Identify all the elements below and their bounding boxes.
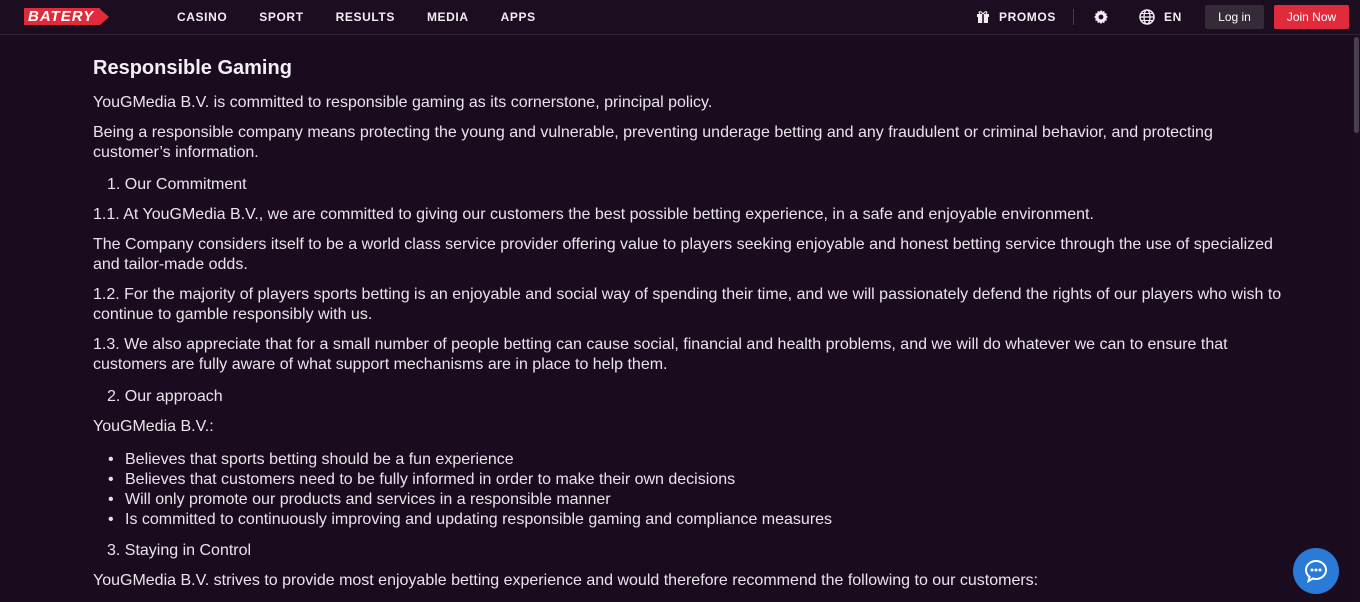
paragraph-3: YouGMedia B.V. strives to provide most e… [93,572,1039,589]
language-label: EN [1164,10,1182,24]
list-item: Will only promote our products and servi… [108,490,832,510]
paragraph-1-1: 1.1. At YouGMedia B.V., we are committed… [93,206,1094,223]
nav-apps[interactable]: APPS [501,10,536,24]
promos-link[interactable]: PROMOS [976,0,1056,34]
gift-icon [976,10,990,24]
join-now-button[interactable]: Join Now [1274,5,1349,29]
intro-paragraph-2: Being a responsible company means protec… [93,124,1213,161]
nav-casino[interactable]: CASINO [177,10,227,24]
approach-list: Believes that sports betting should be a… [93,450,832,530]
approach-lead: YouGMedia B.V.: [93,418,214,435]
nav-sport[interactable]: SPORT [259,10,303,24]
chat-button[interactable] [1293,548,1339,594]
nav-media[interactable]: MEDIA [427,10,469,24]
header-divider [1073,9,1074,25]
list-item: Believes that customers need to be fully… [108,470,832,490]
promos-label: PROMOS [999,10,1056,24]
scrollbar-thumb[interactable] [1354,37,1359,133]
section-heading-control: 3. Staying in Control [107,542,252,559]
list-item: Believes that sports betting should be a… [108,450,832,470]
batery-logo[interactable]: BATERY [24,8,110,25]
chat-icon [1304,559,1328,583]
top-header: BATERY CASINO SPORT RESULTS MEDIA APPS P… [0,0,1360,35]
section-heading-commitment: 1. Our Commitment [107,176,247,193]
nav-results[interactable]: RESULTS [336,10,395,24]
logo-arrow-icon [100,8,110,25]
login-button[interactable]: Log in [1205,5,1264,29]
section-heading-approach: 2. Our approach [107,388,223,405]
paragraph-1-3: 1.3. We also appreciate that for a small… [93,336,1228,373]
paragraph-1-2: 1.2. For the majority of players sports … [93,286,1282,323]
main-nav: CASINO SPORT RESULTS MEDIA APPS [177,0,568,34]
gear-icon[interactable] [1093,9,1109,25]
language-selector[interactable]: EN [1139,0,1182,34]
page-title: Responsible Gaming [93,57,292,79]
intro-paragraph: YouGMedia B.V. is committed to responsib… [93,94,713,111]
paragraph-1-1b: The Company considers itself to be a wor… [93,236,1273,273]
globe-icon [1139,9,1155,25]
list-item: Is committed to continuously improving a… [108,510,832,530]
logo-text: BATERY [24,8,101,25]
